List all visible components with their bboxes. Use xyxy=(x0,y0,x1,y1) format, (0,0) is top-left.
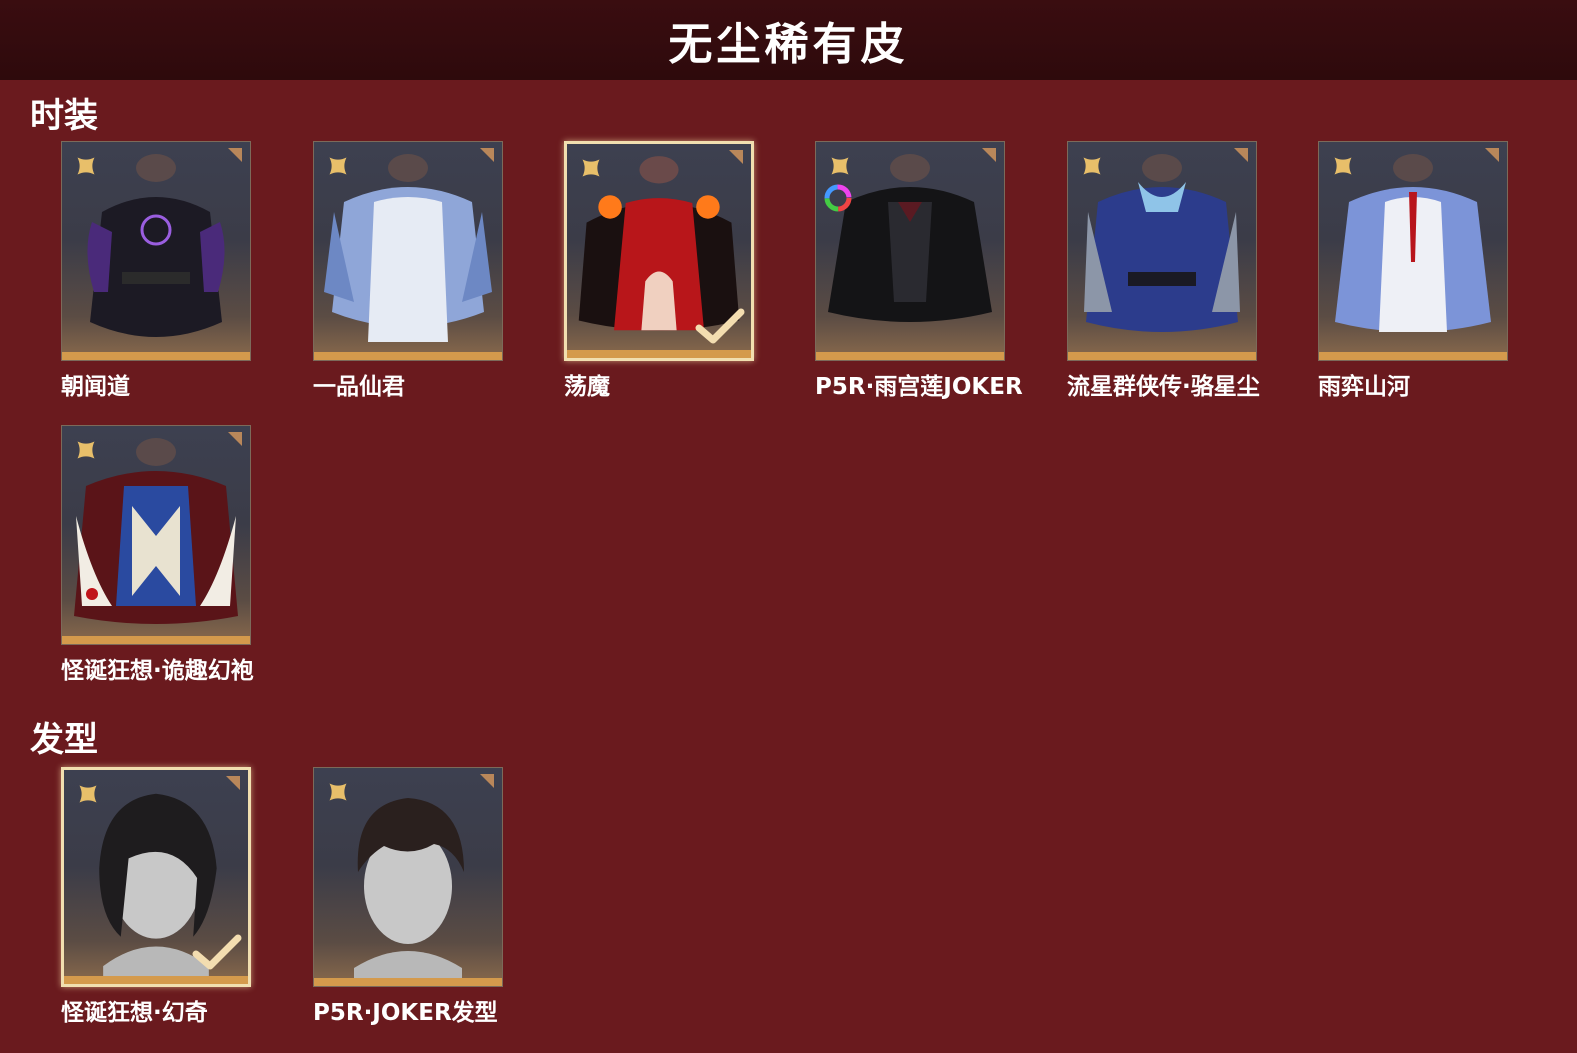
four-petal-star-icon xyxy=(1334,157,1352,175)
corner-tag-icon xyxy=(729,150,743,164)
card-frame xyxy=(313,767,503,987)
corner-tag-icon xyxy=(480,774,494,788)
outfit-name-label: 荡魔 xyxy=(564,374,610,400)
page-title: 无尘稀有皮 xyxy=(668,19,909,70)
card-frame xyxy=(1318,141,1508,361)
outfit-card-luoxingchen[interactable]: 流星群侠传·骆星尘 xyxy=(1067,141,1260,400)
outfit-card-dangmo[interactable]: 荡魔 xyxy=(564,141,754,400)
four-petal-star-icon xyxy=(1083,157,1101,175)
title-bar: 无尘稀有皮 xyxy=(0,0,1577,80)
outfit-name-label: 流星群侠传·骆星尘 xyxy=(1067,374,1260,400)
outfit-name-label: 怪诞狂想·诡趣幻袍 xyxy=(61,658,254,684)
hairstyle-card-p5r-joker[interactable]: P5R·JOKER发型 xyxy=(313,767,503,1026)
card-frame xyxy=(61,141,251,361)
card-accent-bar xyxy=(62,636,250,644)
checkmark-icon xyxy=(192,934,242,970)
corner-tag-icon xyxy=(1234,148,1248,162)
corner-tag-icon xyxy=(982,148,996,162)
four-petal-star-icon xyxy=(329,157,347,175)
card-accent-bar xyxy=(314,352,502,360)
corner-tag-icon xyxy=(1485,148,1499,162)
card-frame xyxy=(313,141,503,361)
card-accent-bar xyxy=(64,976,248,984)
card-accent-bar xyxy=(1319,352,1507,360)
outfit-name-label: P5R·雨宫莲JOKER xyxy=(815,374,1023,400)
outfit-card-yipinxianjun[interactable]: 一品仙君 xyxy=(313,141,503,400)
section-heading-outfits: 时装 xyxy=(30,96,98,136)
four-petal-star-icon xyxy=(79,785,97,803)
outfit-card-chaowendao[interactable]: 朝闻道 xyxy=(61,141,251,400)
four-petal-star-icon xyxy=(329,783,347,801)
card-frame xyxy=(1067,141,1257,361)
card-frame xyxy=(564,141,754,361)
hairstyle-name-label: P5R·JOKER发型 xyxy=(313,1000,498,1026)
four-petal-star-icon xyxy=(582,159,600,177)
section-heading-hairstyles: 发型 xyxy=(30,720,98,760)
hairstyle-card-huanqi[interactable]: 怪诞狂想·幻奇 xyxy=(61,767,251,1026)
four-petal-star-icon xyxy=(831,157,849,175)
checkmark-icon xyxy=(695,308,745,344)
corner-tag-icon xyxy=(228,432,242,446)
card-accent-bar xyxy=(1068,352,1256,360)
outfit-name-label: 朝闻道 xyxy=(61,374,130,400)
card-frame xyxy=(61,425,251,645)
outfit-name-label: 一品仙君 xyxy=(313,374,405,400)
card-accent-bar xyxy=(816,352,1004,360)
four-petal-star-icon xyxy=(77,157,95,175)
four-petal-star-icon xyxy=(77,441,95,459)
corner-tag-icon xyxy=(480,148,494,162)
card-accent-bar xyxy=(62,352,250,360)
corner-tag-icon xyxy=(228,148,242,162)
outfit-name-label: 雨弈山河 xyxy=(1318,374,1410,400)
card-frame xyxy=(815,141,1005,361)
card-accent-bar xyxy=(314,978,502,986)
corner-tag-icon xyxy=(226,776,240,790)
card-accent-bar xyxy=(567,350,751,358)
outfit-card-guiqu-huanpao[interactable]: 怪诞狂想·诡趣幻袍 xyxy=(61,425,254,684)
outfit-card-p5r-joker[interactable]: P5R·雨宫莲JOKER xyxy=(815,141,1023,400)
card-frame xyxy=(61,767,251,987)
rare-skins-page: 无尘稀有皮 时装 朝闻道 一品仙君 荡魔 P5R·雨宫莲JOKER 流星群侠传·… xyxy=(0,0,1577,1053)
color-wheel-icon xyxy=(824,184,852,212)
hairstyle-name-label: 怪诞狂想·幻奇 xyxy=(61,1000,208,1026)
outfit-card-yuyishanhe[interactable]: 雨弈山河 xyxy=(1318,141,1508,400)
